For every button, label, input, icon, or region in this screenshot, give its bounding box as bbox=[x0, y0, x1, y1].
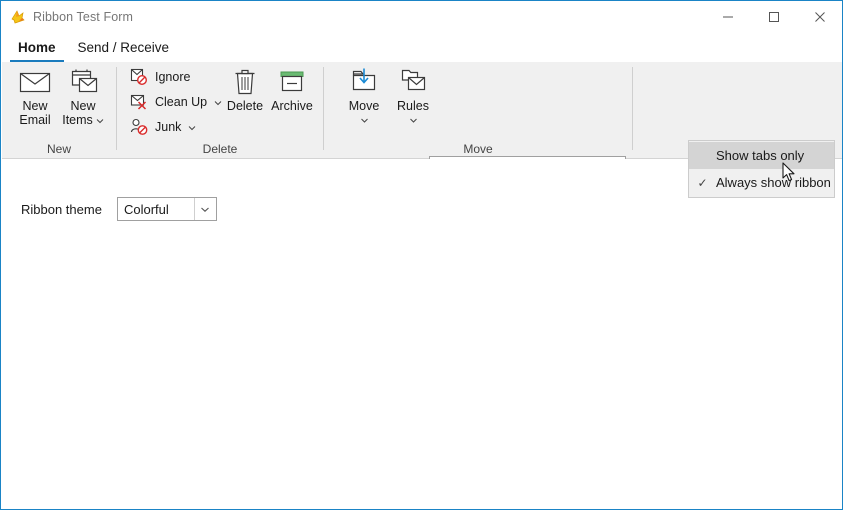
menu-item-always-show-ribbon[interactable]: ✓ Always show ribbon bbox=[689, 169, 834, 196]
cleanup-icon bbox=[130, 93, 148, 111]
move-folder-icon bbox=[349, 65, 379, 99]
window-title: Ribbon Test Form bbox=[33, 10, 134, 24]
ribbon-group-delete: Ignore Clean Up Junk Delete Archive Dele… bbox=[117, 62, 323, 158]
ribbon-theme-label: Ribbon theme bbox=[21, 201, 102, 217]
clean-up-label: Clean Up bbox=[155, 95, 208, 109]
calendar-envelope-icon bbox=[67, 65, 99, 99]
app-window: Ribbon Test Form Home Send / Receive New… bbox=[0, 0, 843, 510]
junk-icon bbox=[130, 118, 148, 136]
new-email-label-line1: New bbox=[22, 99, 48, 113]
delete-label: Delete bbox=[226, 99, 264, 113]
window-controls bbox=[705, 2, 842, 32]
tab-home-label: Home bbox=[18, 40, 56, 55]
chevron-down-icon[interactable] bbox=[188, 120, 196, 134]
app-icon bbox=[10, 9, 26, 25]
tab-send-receive-label: Send / Receive bbox=[77, 40, 170, 55]
menu-item-show-tabs-only-label: Show tabs only bbox=[716, 148, 805, 163]
tab-home[interactable]: Home bbox=[7, 33, 67, 62]
ribbon-theme-combobox[interactable]: Colorful bbox=[116, 197, 217, 221]
close-button[interactable] bbox=[797, 2, 842, 32]
archive-icon bbox=[277, 65, 307, 99]
ribbon-group-new: New Email New Items New bbox=[2, 62, 116, 158]
menu-item-show-tabs-only[interactable]: Show tabs only bbox=[689, 142, 834, 169]
ribbon-group-new-label: New bbox=[46, 142, 71, 156]
move-label: Move bbox=[348, 99, 380, 113]
chevron-down-icon[interactable] bbox=[360, 113, 369, 127]
check-icon: ✓ bbox=[697, 175, 708, 190]
junk-label: Junk bbox=[155, 120, 182, 134]
archive-button[interactable]: Archive bbox=[263, 65, 321, 113]
group-separator bbox=[632, 67, 633, 150]
ribbon-theme-value: Colorful bbox=[123, 201, 169, 217]
ribbon-group-delete-label: Delete bbox=[202, 142, 238, 156]
clean-up-button[interactable]: Clean Up bbox=[130, 92, 222, 112]
ribbon-group-move: Move Rules Move bbox=[324, 62, 632, 158]
new-items-label-line2: Items bbox=[62, 113, 93, 127]
rules-label: Rules bbox=[397, 99, 429, 113]
ignore-label: Ignore bbox=[155, 70, 191, 84]
rules-icon bbox=[398, 65, 428, 99]
client-area: Ribbon theme Colorful bbox=[2, 159, 842, 509]
tab-send-receive[interactable]: Send / Receive bbox=[67, 33, 181, 62]
new-email-label-line2: Email bbox=[19, 113, 51, 127]
archive-label: Archive bbox=[271, 99, 313, 113]
new-items-button[interactable]: New Items bbox=[54, 65, 112, 127]
ribbon-group-move-label: Move bbox=[463, 142, 493, 156]
new-items-label-line1: New bbox=[70, 99, 96, 113]
ribbon-tabstrip: Home Send / Receive bbox=[2, 32, 842, 62]
junk-button[interactable]: Junk bbox=[130, 117, 196, 137]
ignore-icon bbox=[130, 68, 148, 86]
chevron-down-icon[interactable] bbox=[96, 113, 104, 127]
ribbon-theme-row: Ribbon theme Colorful bbox=[21, 197, 217, 221]
title-bar: Ribbon Test Form bbox=[2, 2, 842, 32]
trash-icon bbox=[232, 65, 258, 99]
ribbon-display-options-menu: Show tabs only ✓ Always show ribbon bbox=[688, 140, 835, 198]
envelope-icon bbox=[19, 65, 51, 99]
minimize-button[interactable] bbox=[705, 2, 751, 32]
ignore-button[interactable]: Ignore bbox=[130, 67, 190, 87]
maximize-button[interactable] bbox=[751, 2, 797, 32]
rules-button[interactable]: Rules bbox=[384, 65, 442, 127]
menu-item-always-show-ribbon-label: Always show ribbon bbox=[716, 175, 831, 190]
chevron-down-icon[interactable] bbox=[193, 198, 216, 220]
chevron-down-icon[interactable] bbox=[409, 113, 418, 127]
